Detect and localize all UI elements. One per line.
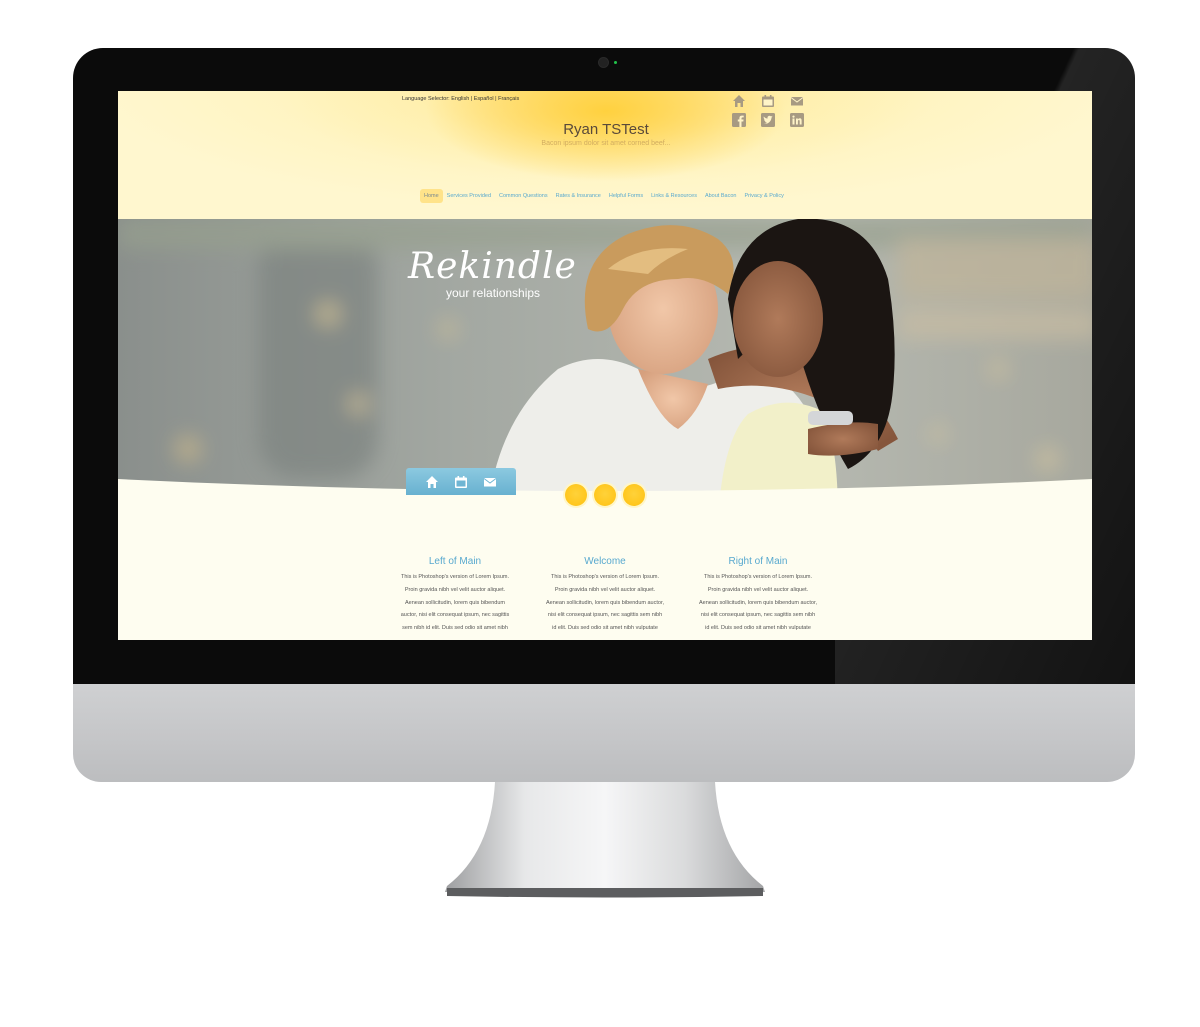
- column-line: This is Photoshop's version of Lorem Ips…: [703, 574, 813, 580]
- column-title[interactable]: Left of Main: [390, 556, 520, 567]
- hero-banner: Rekindle your relationships: [118, 219, 1092, 499]
- column-line: Proin gravida nibh vel velit auctor aliq…: [404, 586, 506, 593]
- facebook-icon[interactable]: [732, 113, 746, 127]
- nav-item-home[interactable]: Home: [420, 189, 443, 203]
- camera-led: [614, 61, 617, 64]
- home-icon[interactable]: [732, 94, 746, 108]
- hero-photo: [118, 219, 1092, 499]
- nav-item-helpful-forms[interactable]: Helpful Forms: [605, 189, 647, 203]
- slide-dot-1[interactable]: [565, 484, 587, 506]
- column-right: Right of Main This is Photoshop's versio…: [693, 556, 823, 635]
- column-left: Left of Main This is Photoshop's version…: [390, 556, 520, 635]
- hero-subheadline: your relationships: [446, 286, 541, 300]
- monitor-stand: [445, 782, 765, 898]
- site-header: Language Selector: English | Español | F…: [118, 91, 1092, 219]
- column-title[interactable]: Welcome: [540, 556, 670, 567]
- column-line: Proin gravida nibh vel velit auctor aliq…: [707, 586, 809, 593]
- slide-dot-3[interactable]: [623, 484, 645, 506]
- linkedin-icon[interactable]: [790, 113, 804, 127]
- slide-dot-2[interactable]: [594, 484, 616, 506]
- quick-links-bar: [406, 468, 516, 495]
- home-icon[interactable]: [425, 475, 439, 489]
- column-line: id elit. Duis sed odio sit amet nibh vul…: [705, 625, 811, 632]
- column-line: nisi elit consequat ipsum, nec sagittis …: [700, 612, 816, 619]
- column-line: Aenean sollicitudin, lorem quis bibendum…: [698, 599, 817, 606]
- nav-item-links-resources[interactable]: Links & Resources: [647, 189, 701, 203]
- column-line: This is Photoshop's version of Lorem Ips…: [400, 574, 510, 580]
- column-title[interactable]: Right of Main: [693, 556, 823, 567]
- column-center: Welcome This is Photoshop's version of L…: [540, 556, 670, 635]
- language-selector[interactable]: Language Selector: English | Español | F…: [402, 96, 519, 102]
- column-line: sem nibh id elit. Duis sed odio sit amet…: [402, 625, 508, 632]
- site-tagline: Bacon ipsum dolor sit amet corned beef..…: [541, 140, 671, 147]
- nav-item-about-bacon[interactable]: About Bacon: [701, 189, 741, 203]
- nav-item-services-provided[interactable]: Services Provided: [443, 189, 495, 203]
- column-line: auctor, nisi elit consequat ipsum, nec s…: [400, 612, 510, 619]
- camera: [599, 58, 608, 67]
- hero-headline: Rekindle: [408, 246, 577, 287]
- twitter-icon[interactable]: [761, 113, 775, 127]
- column-line: nisi elit consequat ipsum, nec sagittis …: [547, 612, 663, 619]
- column-body: This is Photoshop's version of Lorem Ips…: [390, 571, 520, 635]
- nav-item-privacy-policy[interactable]: Privacy & Policy: [740, 189, 787, 203]
- calendar-icon[interactable]: [454, 475, 468, 489]
- calendar-icon[interactable]: [761, 94, 775, 108]
- nav-item-common-questions[interactable]: Common Questions: [495, 189, 552, 203]
- mail-icon[interactable]: [483, 475, 497, 489]
- browser-screen: Language Selector: English | Español | F…: [118, 91, 1092, 640]
- column-line: This is Photoshop's version of Lorem Ips…: [550, 574, 660, 580]
- column-line: Aenean sollicitudin, lorem quis bibendum: [405, 599, 505, 606]
- column-line: Proin gravida nibh vel velit auctor aliq…: [554, 586, 656, 593]
- column-body: This is Photoshop's version of Lorem Ips…: [693, 571, 823, 635]
- column-line: id elit. Duis sed odio sit amet nibh vul…: [552, 625, 658, 632]
- monitor-chin: [73, 684, 1135, 782]
- column-line: Aenean sollicitudin, lorem quis bibendum…: [545, 599, 664, 606]
- nav-item-rates-insurance[interactable]: Rates & Insurance: [552, 189, 605, 203]
- mail-icon[interactable]: [790, 94, 804, 108]
- column-body: This is Photoshop's version of Lorem Ips…: [540, 571, 670, 635]
- main-nav: Home Services Provided Common Questions Rat…: [420, 189, 788, 203]
- site-title[interactable]: Ryan TSTest: [506, 121, 706, 138]
